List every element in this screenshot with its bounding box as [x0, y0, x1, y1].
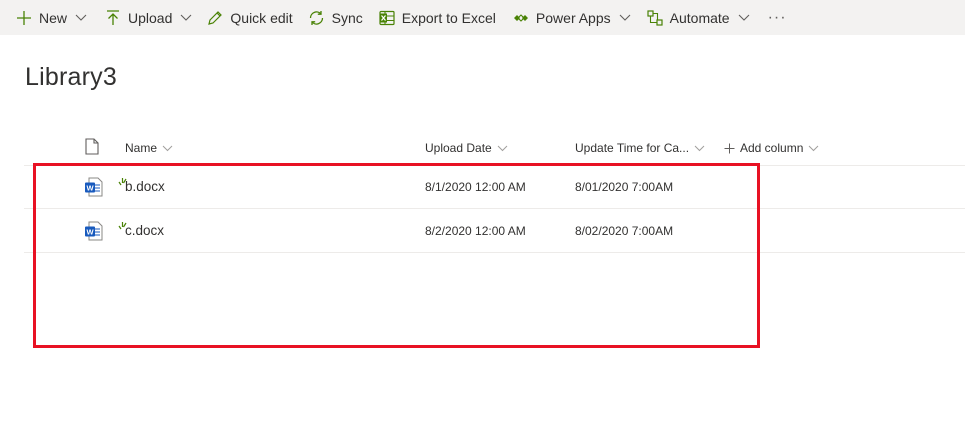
automate-button[interactable]: Automate	[646, 0, 750, 35]
word-doc-icon: W	[84, 209, 104, 252]
sync-icon	[308, 9, 326, 27]
file-name-link[interactable]: c.docx	[125, 209, 164, 252]
update-time-cell: 8/02/2020 7:00AM	[575, 223, 674, 238]
table-row[interactable]: W c.docx 8/2/2020 12:00 AM 8/02/2020 7:0…	[24, 209, 965, 253]
upload-date-column-label: Upload Date	[425, 141, 492, 155]
chevron-down-icon	[808, 145, 819, 152]
file-name: b.docx	[125, 179, 165, 194]
chevron-down-icon	[619, 14, 631, 22]
svg-text:W: W	[86, 183, 94, 192]
export-to-excel-label: Export to Excel	[401, 9, 496, 26]
word-doc-icon: W	[84, 165, 104, 208]
chevron-down-icon	[162, 145, 173, 152]
file-name: c.docx	[125, 223, 165, 238]
automate-label: Automate	[669, 9, 730, 26]
table-row[interactable]: W b.docx 8/1/2020 12:00 AM 8/01/2020 7:0…	[24, 165, 965, 209]
chevron-down-icon	[75, 14, 87, 22]
name-column-label: Name	[125, 141, 158, 155]
update-time-column-label: Update Time for Ca...	[575, 141, 690, 155]
power-apps-button[interactable]: Power Apps	[512, 0, 631, 35]
upload-date-cell: 8/1/2020 12:00 AM	[425, 179, 526, 194]
new-label: New	[39, 9, 68, 26]
chevron-down-icon	[738, 14, 750, 22]
export-to-excel-button[interactable]: Export to Excel	[378, 0, 496, 35]
file-type-column-header[interactable]	[85, 131, 99, 165]
upload-date-column-header[interactable]: Upload Date	[425, 131, 508, 165]
sync-label: Sync	[331, 9, 363, 26]
power-apps-label: Power Apps	[535, 9, 611, 26]
upload-label: Upload	[128, 9, 173, 26]
add-column-button[interactable]: Add column	[724, 131, 819, 165]
chevron-down-icon	[180, 14, 192, 22]
new-button[interactable]: New	[15, 0, 87, 35]
library-title: Library3	[25, 63, 117, 91]
chevron-down-icon	[694, 145, 705, 152]
svg-text:W: W	[86, 227, 94, 236]
name-column-header[interactable]: Name	[125, 131, 173, 165]
plus-icon	[15, 9, 33, 27]
sync-button[interactable]: Sync	[308, 0, 363, 35]
upload-date-cell: 8/2/2020 12:00 AM	[425, 223, 526, 238]
command-bar: New Upload Quick edit Sync Export to Exc…	[0, 0, 965, 35]
quick-edit-label: Quick edit	[230, 9, 293, 26]
power-apps-icon	[512, 9, 530, 27]
column-header-row: Name Upload Date Update Time for Ca... A…	[24, 131, 965, 166]
add-column-label: Add column	[740, 141, 804, 155]
upload-button[interactable]: Upload	[104, 0, 192, 35]
excel-icon	[378, 9, 396, 27]
chevron-down-icon	[497, 145, 508, 152]
more-options-button[interactable]: ···	[768, 9, 787, 27]
quick-edit-button[interactable]: Quick edit	[206, 0, 293, 35]
pencil-icon	[206, 9, 224, 27]
upload-arrow-icon	[104, 9, 122, 27]
flow-icon	[646, 9, 664, 27]
update-time-column-header[interactable]: Update Time for Ca...	[575, 131, 705, 165]
update-time-cell: 8/01/2020 7:00AM	[575, 179, 674, 194]
document-icon	[85, 138, 99, 158]
plus-icon	[724, 143, 735, 154]
file-name-link[interactable]: b.docx	[125, 165, 165, 208]
